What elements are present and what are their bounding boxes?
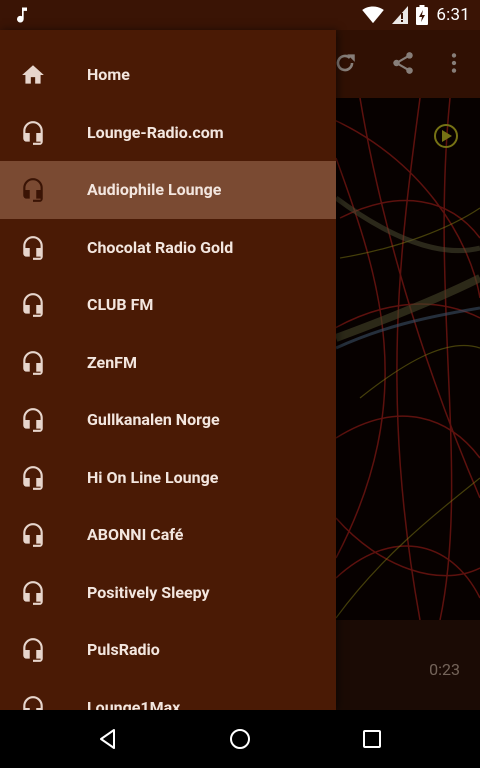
drawer-item-label: Lounge1Max bbox=[87, 697, 181, 711]
drawer-item-label: CLUB FM bbox=[87, 295, 154, 314]
drawer-item-hi-on-line-lounge[interactable]: Hi On Line Lounge bbox=[0, 449, 336, 507]
headphones-icon bbox=[23, 523, 43, 547]
drawer-item-positively-sleepy[interactable]: Positively Sleepy bbox=[0, 564, 336, 622]
drawer-item-audiophile-lounge[interactable]: Audiophile Lounge bbox=[0, 161, 336, 219]
drawer-item-label: Home bbox=[87, 65, 130, 84]
drawer-item-label: Hi On Line Lounge bbox=[87, 467, 219, 487]
drawer-item-label: Positively Sleepy bbox=[87, 582, 210, 602]
navigation-drawer: Home Lounge-Radio.com Audiophile Lounge … bbox=[0, 30, 336, 710]
drawer-item-home[interactable]: Home bbox=[0, 46, 336, 104]
drawer-item-gullkanalen-norge[interactable]: Gullkanalen Norge bbox=[0, 391, 336, 449]
headphones-icon bbox=[23, 638, 43, 662]
drawer-item-label: Audiophile Lounge bbox=[87, 180, 222, 199]
drawer-item-lounge1max[interactable]: Lounge1Max bbox=[0, 679, 336, 711]
headphones-icon bbox=[23, 580, 43, 605]
headphones-icon bbox=[23, 235, 43, 260]
drawer-item-label: Lounge-Radio.com bbox=[87, 122, 224, 142]
headphones-icon bbox=[23, 178, 43, 202]
headphones-icon bbox=[23, 120, 43, 145]
headphones-icon bbox=[23, 465, 43, 490]
wifi-icon bbox=[362, 6, 385, 24]
drawer-item-chocolat-radio-gold[interactable]: Chocolat Radio Gold bbox=[0, 219, 336, 277]
drawer-item-label: PulsRadio bbox=[87, 640, 160, 659]
battery-charging-icon bbox=[416, 5, 429, 25]
headphones-icon bbox=[23, 408, 43, 432]
drawer-item-club-fm[interactable]: CLUB FM bbox=[0, 276, 336, 334]
system-nav-bar bbox=[0, 710, 480, 768]
drawer-item-abonni-cafe[interactable]: ABONNI Café bbox=[0, 506, 336, 564]
headphones-icon bbox=[23, 293, 43, 317]
drawer-item-lounge-radio-com[interactable]: Lounge-Radio.com bbox=[0, 104, 336, 162]
status-bar: 6:31 bbox=[0, 0, 480, 30]
drawer-item-label: ZenFM bbox=[87, 352, 137, 372]
recents-icon[interactable] bbox=[360, 727, 384, 751]
drawer-item-pulsradio[interactable]: PulsRadio bbox=[0, 621, 336, 679]
back-icon[interactable] bbox=[96, 727, 120, 751]
music-note-icon bbox=[17, 7, 27, 23]
clock: 6:31 bbox=[436, 5, 470, 25]
drawer-item-label: Gullkanalen Norge bbox=[87, 410, 220, 429]
headphones-icon bbox=[23, 695, 43, 710]
drawer-item-label: Chocolat Radio Gold bbox=[87, 237, 234, 257]
headphones-icon bbox=[23, 350, 43, 375]
drawer-item-zenfm[interactable]: ZenFM bbox=[0, 334, 336, 392]
drawer-item-label: ABONNI Café bbox=[87, 525, 184, 544]
home-icon bbox=[22, 65, 44, 84]
home-circle-icon[interactable] bbox=[228, 727, 252, 751]
no-sim-icon bbox=[392, 6, 409, 24]
